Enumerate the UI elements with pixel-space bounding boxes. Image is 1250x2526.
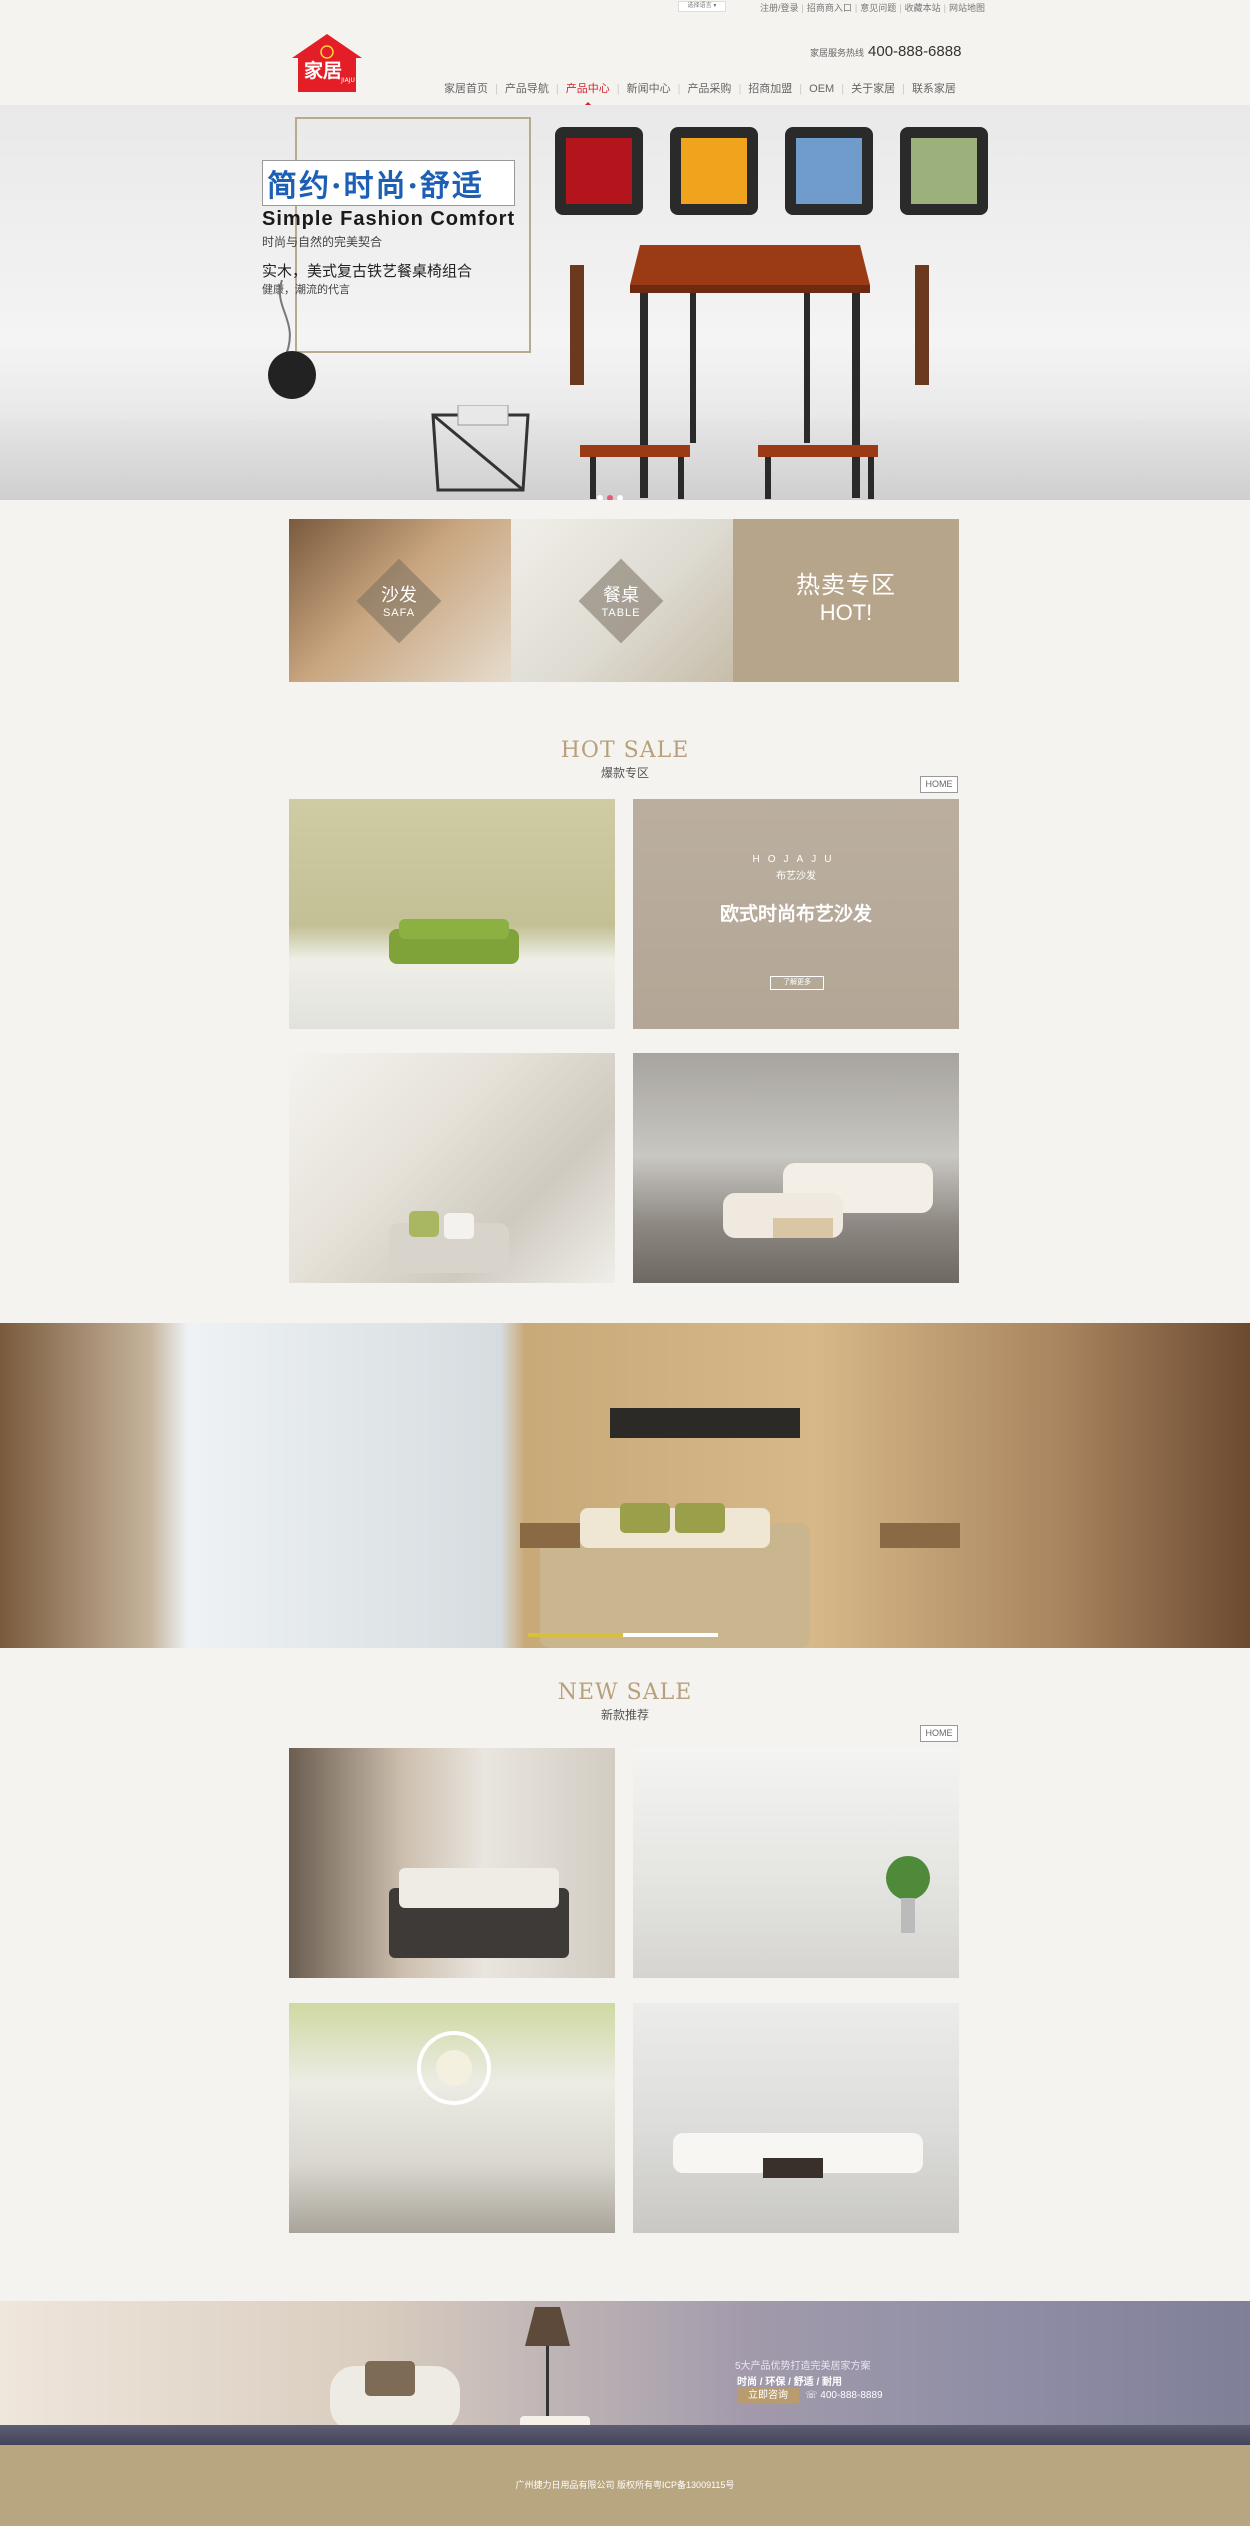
nav-products[interactable]: 产品导航 — [501, 80, 553, 96]
hot-label: 热卖专区 HOT! — [733, 565, 959, 626]
feature-more-button[interactable]: 了解更多 — [770, 976, 824, 990]
table-label-en: TABLE — [601, 607, 641, 619]
bed-illustration — [520, 1408, 960, 1648]
hot-tile-feature[interactable]: HOJAJU 布艺沙发 欧式时尚布艺沙发 了解更多 — [633, 799, 959, 1029]
white-sofa-shape — [673, 2133, 923, 2178]
painting-red — [555, 127, 643, 215]
nav-home[interactable]: 家居首页 — [440, 80, 492, 96]
hero-slider-dots — [595, 488, 625, 500]
hot-sale-title: HOT SALE — [560, 738, 690, 763]
speaker-illustration — [268, 280, 316, 399]
hero-dot[interactable] — [597, 495, 603, 500]
banner-progress-fill — [528, 1633, 623, 1637]
main-nav: 家居首页 | 产品导航 | 产品中心 | 新闻中心 | 产品采购 | 招商加盟 | OEM | 关于家居 | 联… — [440, 80, 960, 106]
hot-sale-home-button[interactable]: HOME — [920, 776, 958, 793]
hero-line2: 实木，美式复古铁艺餐桌椅组合 — [262, 263, 473, 280]
banner-progress-track[interactable] — [528, 1633, 718, 1637]
nav-product-center[interactable]: 产品中心 — [562, 80, 614, 106]
sofa-label: 沙发 SAFA — [359, 581, 439, 619]
hero-dot[interactable] — [617, 495, 623, 500]
table-label-cn: 餐桌 — [603, 585, 639, 605]
bedroom-banner[interactable] — [0, 1323, 1250, 1648]
cta-line2: 时尚 / 环保 / 舒适 / 耐用 — [737, 2377, 843, 2388]
plant-shape — [886, 1856, 930, 1933]
hero-slogan-en: Simple Fashion Comfort — [262, 208, 516, 230]
footer: 广州捷力日用品有限公司 版权所有粤ICP备13009115号 — [0, 2445, 1250, 2526]
table-label: 餐桌 TABLE — [581, 581, 661, 619]
painting-blue — [785, 127, 873, 215]
top-link-sitemap[interactable]: 网站地图 — [949, 3, 985, 13]
feature-brand: HOJAJU — [752, 854, 840, 865]
nav-franchise[interactable]: 招商加盟 — [744, 80, 796, 96]
hero-slogan: 简约·时尚·舒适 Simple Fashion Comfort 时尚与自然的完美… — [262, 160, 516, 297]
top-links: 注册/登录 | 招商商入口 | 意见问题 | 收藏本站 | 网站地图 — [760, 3, 985, 13]
hot-label-cn: 热卖专区 — [796, 572, 896, 599]
green-sofa-shape — [389, 919, 519, 964]
logo-text: 家居 — [304, 59, 342, 82]
new-sale-title: NEW SALE — [557, 1680, 693, 1705]
nav-contact[interactable]: 联系家居 — [908, 80, 960, 96]
sectional-sofa-shape — [723, 1163, 933, 1238]
hero-banner[interactable]: 简约·时尚·舒适 Simple Fashion Comfort 时尚与自然的完美… — [0, 105, 1250, 500]
cta-floor — [0, 2425, 1250, 2445]
new-tile-chandelier[interactable] — [289, 2003, 615, 2233]
new-sale-subtitle: 新款推荐 — [600, 1708, 649, 1722]
sofa-label-cn: 沙发 — [381, 585, 417, 605]
site-logo[interactable]: 家居 JIAJU — [290, 32, 364, 94]
footer-copyright: 广州捷力日用品有限公司 版权所有粤ICP备13009115号 — [515, 2480, 735, 2490]
new-tile-living-white[interactable] — [633, 1748, 959, 1978]
chandelier-shape — [417, 2031, 491, 2105]
cta-consult-button[interactable]: 立即咨询 — [737, 2388, 799, 2404]
promo-table[interactable]: 餐桌 TABLE — [511, 519, 733, 682]
promo-hot[interactable]: 热卖专区 HOT! — [733, 519, 959, 682]
cta-phone: ☏ 400-888-8889 — [805, 2390, 883, 2401]
new-tile-bedroom[interactable] — [289, 1748, 615, 1978]
bed-shape — [389, 1868, 569, 1958]
magazine-rack-illustration — [431, 405, 530, 492]
feature-overlay: HOJAJU 布艺沙发 欧式时尚布艺沙发 了解更多 — [633, 799, 959, 1029]
nav-about[interactable]: 关于家居 — [847, 80, 899, 96]
top-link-favorite[interactable]: 收藏本站 — [905, 3, 941, 13]
armchair-lamp-illustration — [330, 2307, 590, 2436]
svg-text:JIAJU: JIAJU — [340, 77, 355, 84]
painting-orange — [670, 127, 758, 215]
hero-slogan-cn: 简约·时尚·舒适 — [262, 160, 516, 206]
hero-dot-active[interactable] — [607, 495, 613, 500]
feature-title: 欧式时尚布艺沙发 — [719, 904, 872, 925]
nav-news[interactable]: 新闻中心 — [623, 80, 675, 96]
feature-sub: 布艺沙发 — [776, 871, 816, 882]
cta-banner — [0, 2301, 1250, 2445]
top-link-login[interactable]: 注册/登录 — [760, 3, 799, 13]
language-select[interactable]: 选择语言 ▾ — [678, 1, 726, 12]
top-link-feedback[interactable]: 意见问题 — [860, 3, 896, 13]
top-link-merchant[interactable]: 招商商入口 — [807, 3, 852, 13]
promo-sofa[interactable]: 沙发 SAFA — [289, 519, 511, 682]
cta-line1: 5大产品优势打造完美居家方案 — [735, 2361, 871, 2372]
promo-strip: 沙发 SAFA 餐桌 TABLE 热卖专区 HOT! — [289, 519, 959, 682]
new-sale-home-button[interactable]: HOME — [920, 1725, 958, 1742]
cta-phone-number: 400-888-8889 — [820, 2390, 883, 2401]
hot-tile-green-sofa[interactable] — [289, 799, 615, 1029]
hotline-number: 400-888-6888 — [868, 43, 962, 60]
hero-line1: 时尚与自然的完美契合 — [262, 235, 383, 249]
new-tile-modern-living[interactable] — [633, 2003, 959, 2233]
dining-set-illustration — [570, 245, 929, 499]
top-strip: 选择语言 ▾ 注册/登录 | 招商商入口 | 意见问题 | 收藏本站 | 网站地图 — [0, 0, 1250, 14]
hotline: 家居服务热线 400-888-6888 — [810, 43, 961, 60]
hotline-label: 家居服务热线 — [810, 48, 865, 58]
hot-label-en: HOT! — [819, 600, 873, 625]
hot-tile-white-room[interactable] — [289, 1053, 615, 1283]
hot-sale-subtitle: 爆款专区 — [600, 766, 649, 780]
nav-oem[interactable]: OEM — [805, 83, 838, 95]
cushions-shape — [389, 1211, 509, 1273]
sofa-label-en: SAFA — [382, 607, 416, 619]
nav-purchase[interactable]: 产品采购 — [683, 80, 735, 96]
hot-tile-sectional[interactable] — [633, 1053, 959, 1283]
painting-green — [900, 127, 988, 215]
